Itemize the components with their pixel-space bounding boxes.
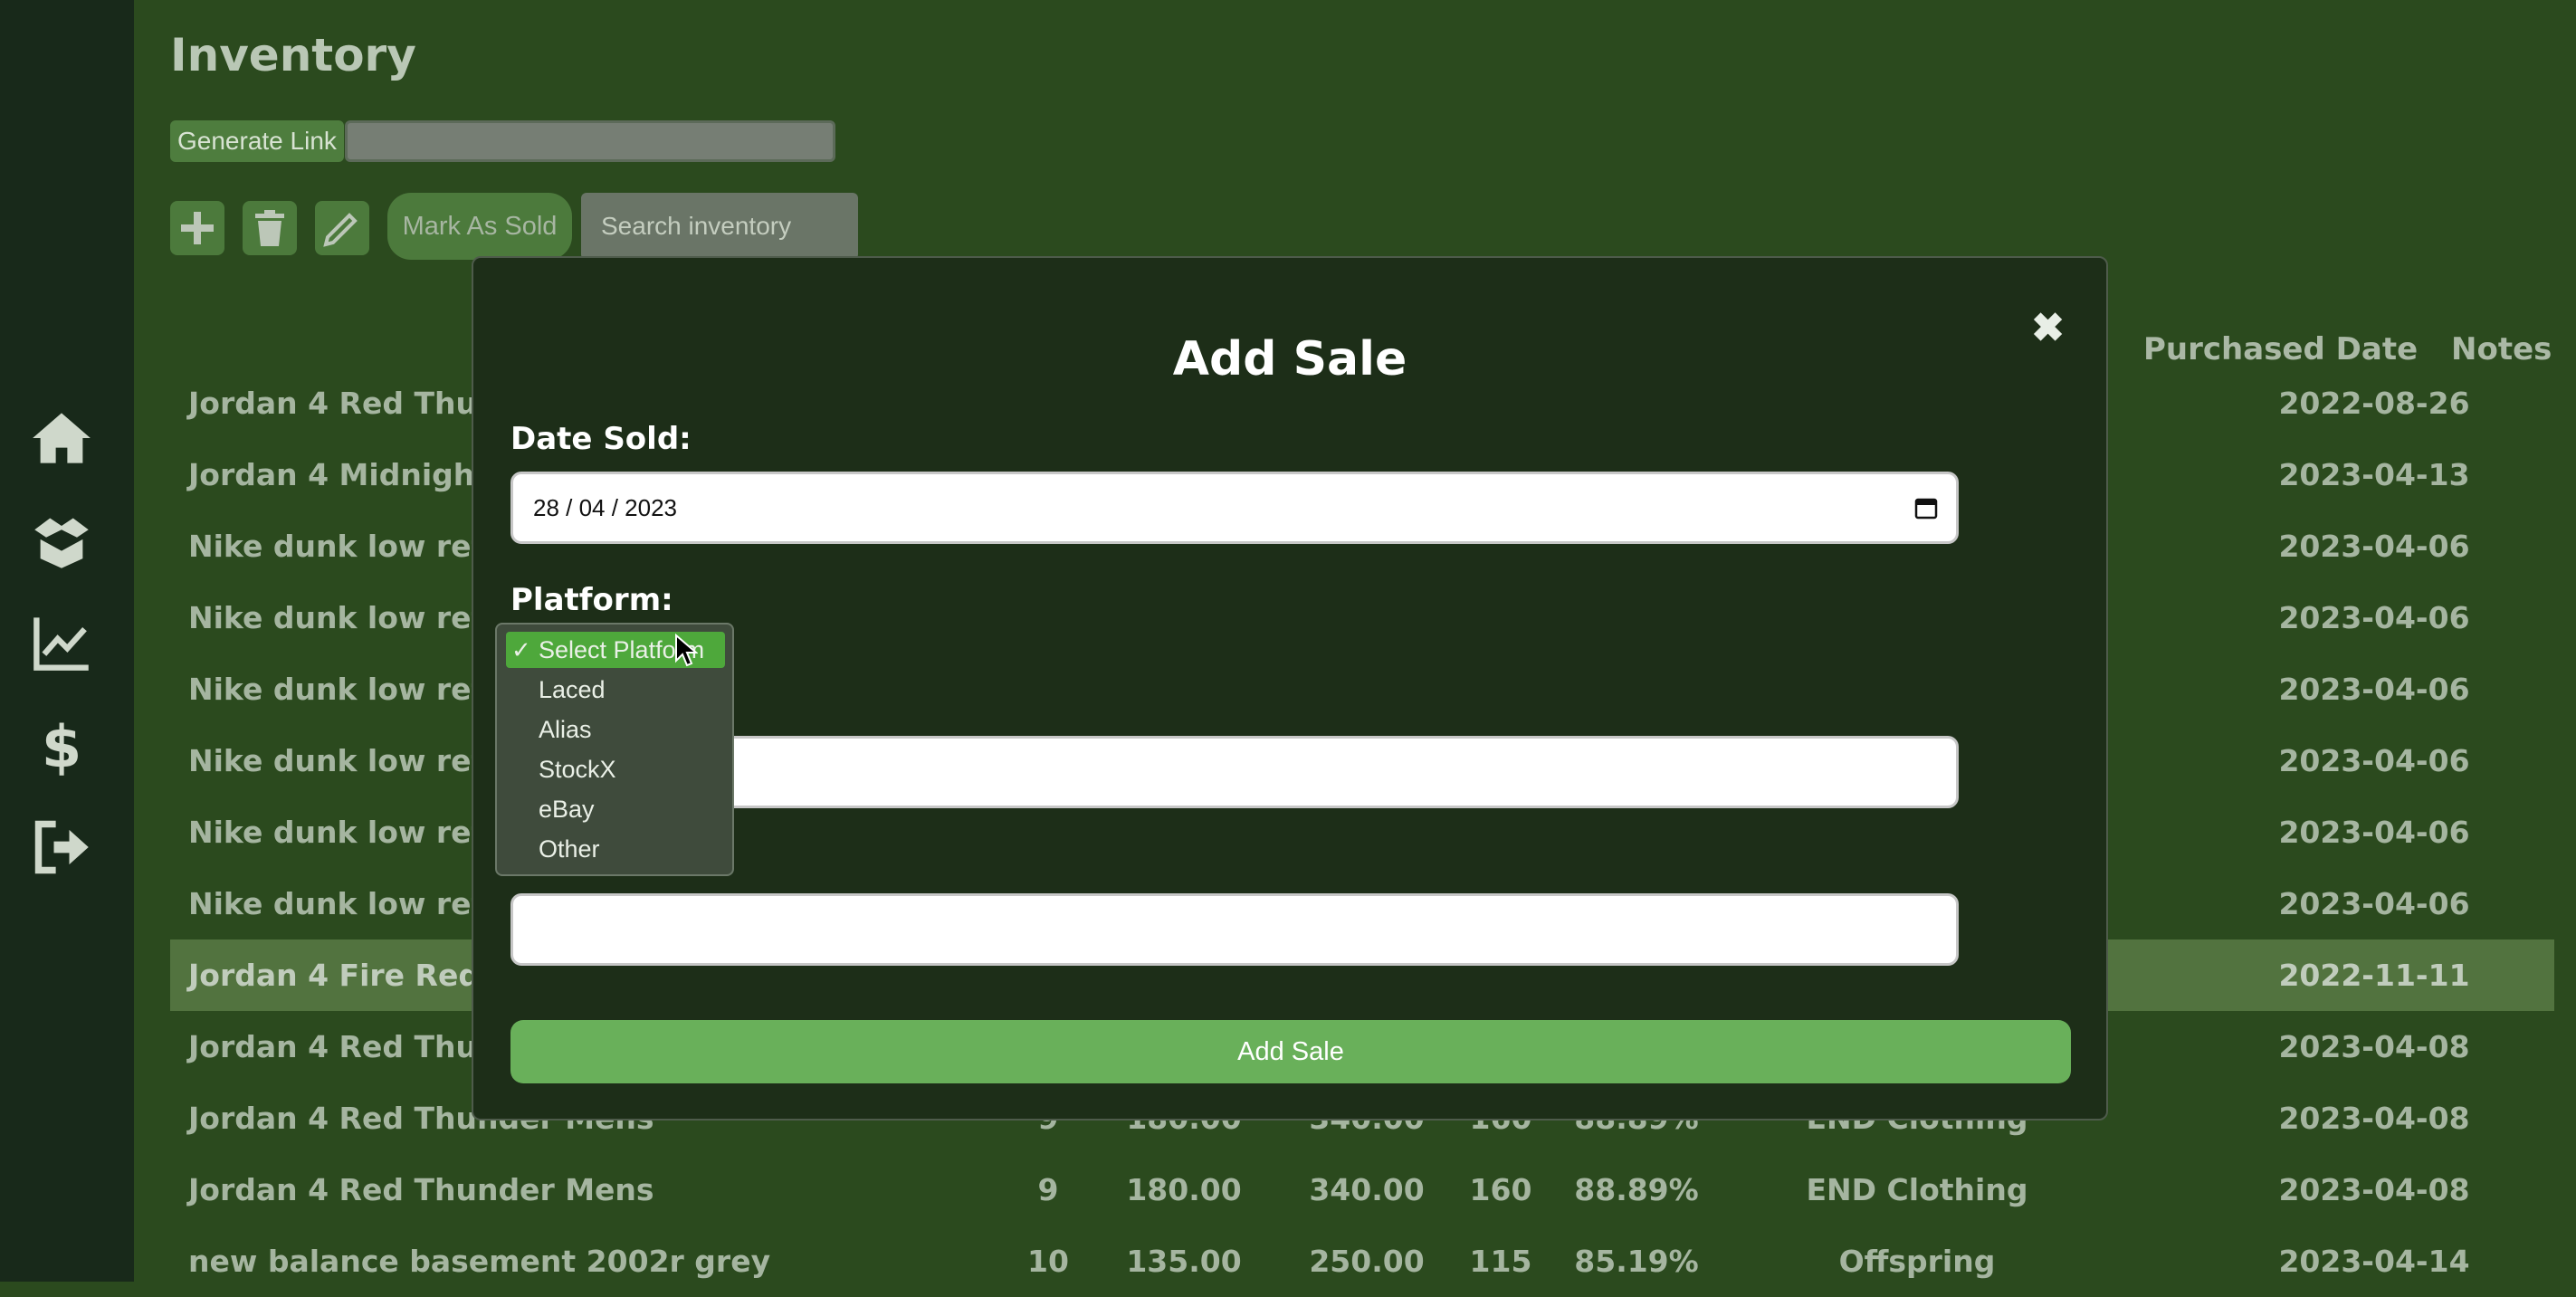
date-sold-label: Date Sold: (510, 421, 692, 457)
item-roi: 85.19% (1574, 1244, 1699, 1279)
platform-option-other[interactable]: Other (506, 831, 725, 867)
modal-title: Add Sale (1172, 332, 1407, 386)
add-item-button[interactable] (170, 201, 224, 255)
chart-icon[interactable] (27, 608, 96, 677)
platform-option-laced[interactable]: Laced (506, 672, 725, 708)
item-roi: 88.89% (1574, 1172, 1699, 1207)
notes-input[interactable] (510, 893, 1959, 966)
purchased-date: 2023-04-08 (2278, 1172, 2470, 1207)
purchased-date: 2023-04-06 (2278, 743, 2470, 778)
purchased-date: 2023-04-13 (2278, 457, 2470, 492)
plus-icon (181, 212, 214, 244)
purchased-date: 2022-11-11 (2278, 958, 2470, 993)
delete-item-button[interactable] (243, 201, 297, 255)
svg-text:$: $ (42, 715, 81, 777)
calendar-icon[interactable] (1914, 496, 1938, 520)
purchased-date: 2023-04-08 (2278, 1029, 2470, 1064)
item-sale-price: 340.00 (1309, 1172, 1425, 1207)
item-sale-price: 250.00 (1309, 1244, 1425, 1279)
item-name: Nike dunk low retr (188, 815, 501, 850)
item-name: Nike dunk low retr (188, 529, 501, 564)
purchased-date: 2022-08-26 (2278, 386, 2470, 421)
date-sold-value: 28 / 04 / 2023 (533, 494, 678, 521)
table-row[interactable]: Jordan 4 Red Thunder Mens 9 180.00 340.0… (170, 1154, 2554, 1225)
generate-link-button[interactable]: Generate Link (170, 120, 344, 162)
dollar-icon[interactable]: $ (27, 711, 96, 780)
box-icon[interactable] (27, 507, 96, 576)
item-name: Jordan 4 Red Thun (188, 1029, 499, 1064)
purchased-date: 2023-04-08 (2278, 1101, 2470, 1136)
logout-icon[interactable] (27, 813, 96, 882)
item-size: 9 (1037, 1172, 1059, 1207)
item-name: Nike dunk low retr (188, 672, 501, 707)
item-name: Jordan 4 Red Thunder Mens (188, 1172, 654, 1207)
edit-item-button[interactable] (315, 201, 369, 255)
platform-option-stockx[interactable]: StockX (506, 751, 725, 787)
pencil-icon (323, 213, 358, 247)
item-profit: 160 (1469, 1172, 1532, 1207)
item-profit: 115 (1469, 1244, 1532, 1279)
mark-as-sold-button[interactable]: Mark As Sold (387, 193, 572, 260)
purchased-date: 2023-04-06 (2278, 886, 2470, 921)
item-price: 135.00 (1126, 1244, 1242, 1279)
item-name: Nike dunk low retr (188, 886, 501, 921)
platform-option-ebay[interactable]: eBay (506, 791, 725, 827)
purchased-date: 2023-04-06 (2278, 815, 2470, 850)
sidebar: $ (0, 0, 134, 1282)
link-output-field[interactable] (345, 120, 835, 162)
search-input[interactable]: Search inventory (581, 193, 858, 260)
column-header-purchased-date: Purchased Date (2143, 331, 2419, 367)
item-price: 180.00 (1126, 1172, 1242, 1207)
checkmark-icon: ✓ (511, 636, 531, 663)
column-header-notes: Notes (2451, 331, 2552, 367)
date-sold-input[interactable]: 28 / 04 / 2023 (510, 472, 1959, 544)
purchased-date: 2023-04-06 (2278, 529, 2470, 564)
item-name: Jordan 4 Red Thun (188, 386, 499, 421)
item-name: Jordan 4 Fire Red 2 (188, 958, 511, 993)
purchased-date: 2023-04-14 (2278, 1244, 2470, 1279)
purchased-date: 2023-04-06 (2278, 600, 2470, 635)
item-store: Offspring (1838, 1244, 1996, 1279)
purchased-date: 2023-04-06 (2278, 672, 2470, 707)
page-title: Inventory (170, 29, 416, 81)
item-size: 10 (1027, 1244, 1069, 1279)
add-sale-button[interactable]: Add Sale (510, 1020, 2071, 1083)
mouse-cursor-icon (675, 634, 698, 667)
table-row[interactable]: new balance basement 2002r grey 10 135.0… (170, 1225, 2554, 1297)
item-name: new balance basement 2002r grey (188, 1244, 771, 1279)
item-store: END Clothing (1806, 1172, 2028, 1207)
item-name: Nike dunk low retr (188, 600, 501, 635)
home-icon[interactable] (27, 404, 96, 472)
item-name: Nike dunk low retr (188, 743, 501, 778)
trash-icon (255, 210, 284, 246)
platform-dropdown-list[interactable]: ✓ Select Platform Laced Alias StockX eBa… (495, 623, 734, 876)
platform-option-alias[interactable]: Alias (506, 711, 725, 748)
platform-label: Platform: (510, 582, 673, 618)
item-name: Jordan 4 Midnight (188, 457, 490, 492)
